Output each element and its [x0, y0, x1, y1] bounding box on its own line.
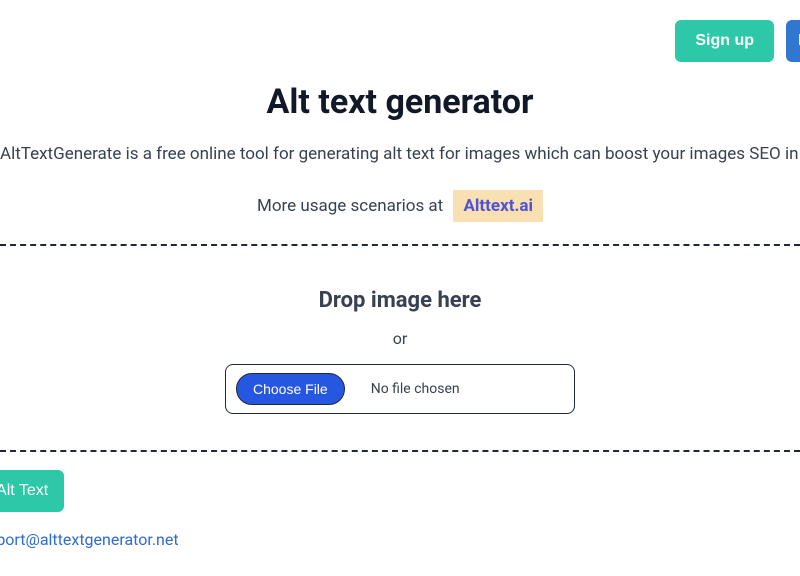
- choose-file-button[interactable]: Choose File: [236, 373, 345, 405]
- login-button[interactable]: L: [786, 20, 800, 62]
- signup-button[interactable]: Sign up: [675, 20, 774, 62]
- site-header: Sign up L: [0, 0, 800, 78]
- alttext-ai-badge[interactable]: Alttext.ai: [453, 190, 543, 222]
- contact-line: t us support@alttextgenerator.net: [0, 530, 800, 549]
- no-file-chosen-label: No file chosen: [371, 381, 460, 397]
- more-usage-prefix: More usage scenarios at: [257, 196, 447, 216]
- page-title: Alt text generator: [0, 82, 800, 122]
- support-email-link[interactable]: support@alttextgenerator.net: [0, 530, 179, 549]
- divider-top: [0, 244, 800, 246]
- page-subtitle: AltTextGenerate is a free online tool fo…: [0, 144, 800, 164]
- or-label: or: [0, 329, 800, 348]
- generate-alt-text-button[interactable]: erate Alt Text: [0, 470, 64, 512]
- header-buttons: Sign up L: [675, 20, 800, 62]
- more-usage-line: More usage scenarios at Alttext.ai: [0, 190, 800, 222]
- file-input-box[interactable]: Choose File No file chosen: [225, 364, 575, 414]
- drop-image-title: Drop image here: [0, 288, 800, 313]
- divider-bottom: [0, 450, 800, 452]
- file-input-wrapper: Choose File No file chosen: [0, 364, 800, 414]
